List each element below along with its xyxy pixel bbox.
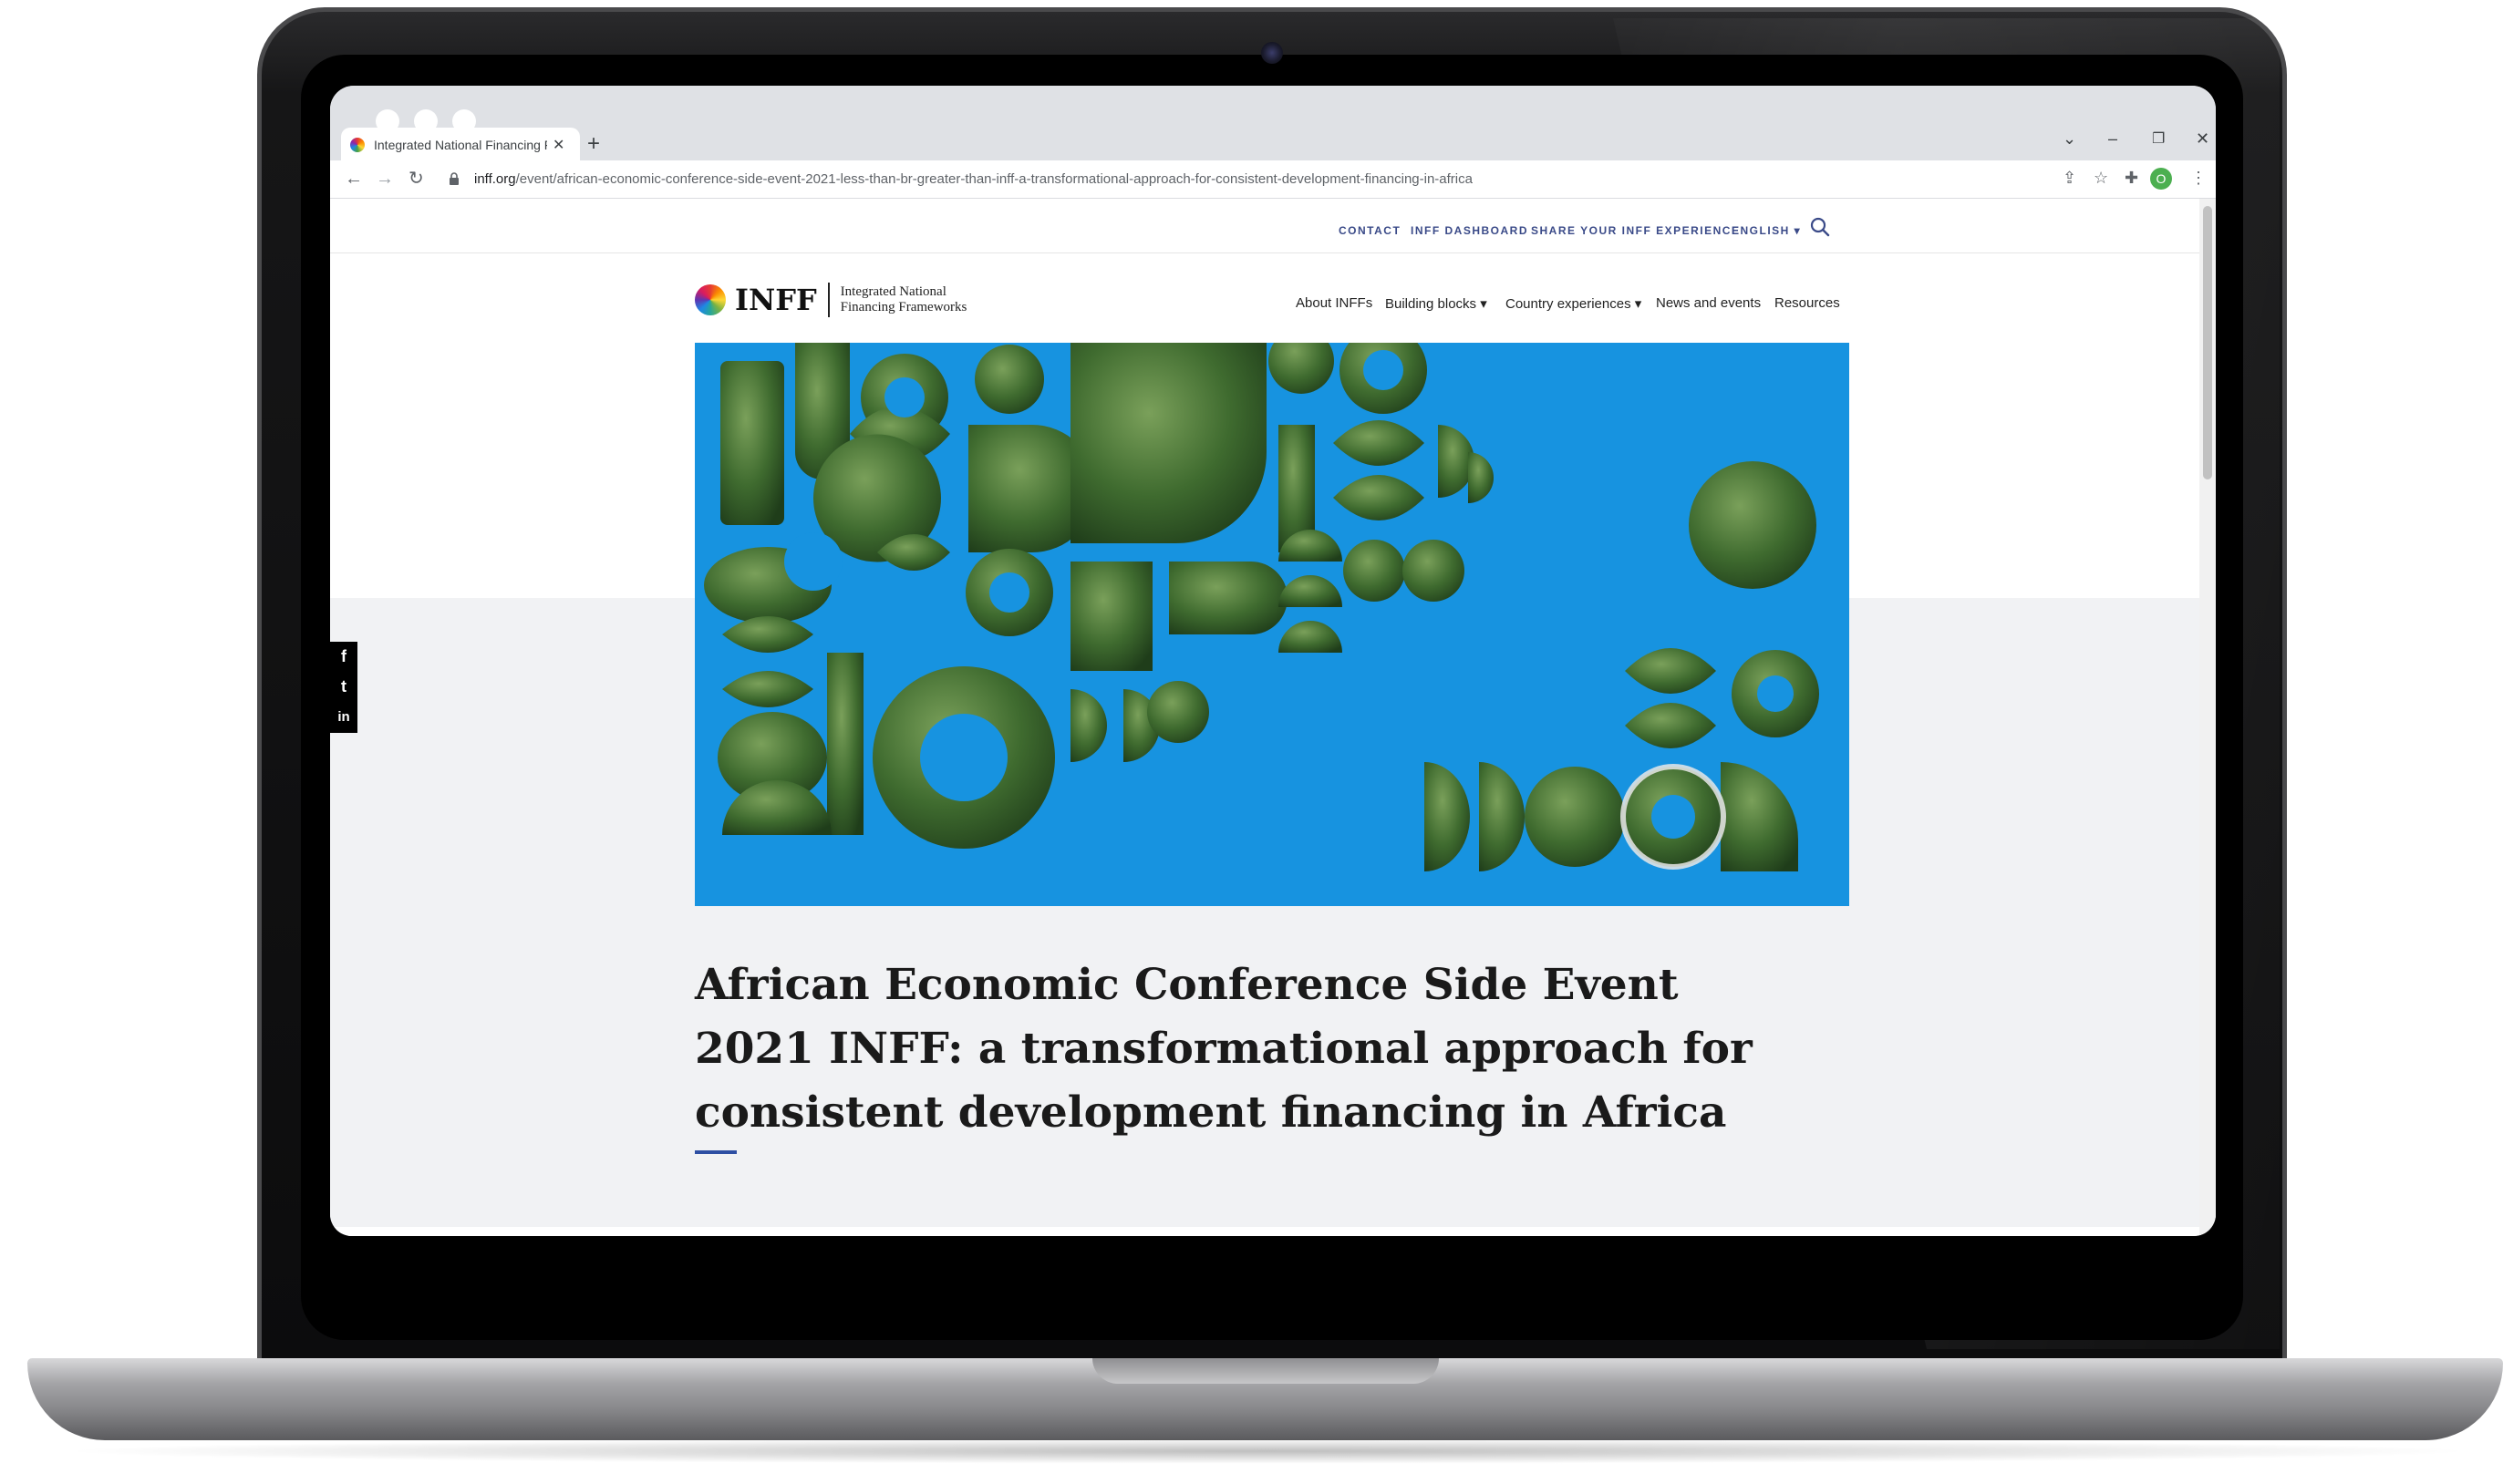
share-icon[interactable]: ⇪ [2063,169,2076,188]
minimize-icon[interactable]: – [2108,129,2117,149]
stage: Integrated National Financing Fr ✕ + ⌄ –… [0,0,2503,1484]
window-close-icon[interactable]: ✕ [2196,129,2209,149]
logo-subtitle: Integrated National Financing Frameworks [840,284,967,314]
lock-icon [450,172,459,185]
event-headline: African Economic Conference Side Event 2… [695,960,1753,1138]
browser-toolbar: ← → ↻ inff.org/event/african-economic-co… [330,160,2216,199]
address-bar[interactable]: inff.org/event/african-economic-conferen… [474,171,1473,187]
facebook-icon[interactable]: f [330,642,357,672]
webcam-icon [1261,42,1283,64]
back-icon[interactable]: ← [345,168,363,190]
scrollbar-thumb[interactable] [2203,206,2212,479]
linkedin-icon[interactable]: in [330,702,357,732]
social-share-bar: f t in [330,642,357,733]
nav-building-blocks[interactable]: Building blocks ▾ [1385,295,1487,312]
content-card-edge [330,1227,2216,1236]
new-tab-button[interactable]: + [587,133,600,155]
url-host: inff.org [474,171,516,187]
laptop-shadow [55,1438,2480,1464]
nav-resources[interactable]: Resources [1774,295,1840,311]
nav-country-experiences[interactable]: Country experiences ▾ [1505,295,1641,312]
browser-titlebar: Integrated National Financing Fr ✕ + ⌄ –… [330,86,2216,162]
contact-link[interactable]: CONTACT [1339,224,1401,237]
nav-about-infs[interactable]: About INFFs [1296,295,1372,311]
logo-wordmark: INFF [735,283,817,317]
language-selector[interactable]: ENGLISH ▾ [1732,224,1801,237]
hero-banner [695,343,1849,906]
laptop-base-notch [1092,1358,1439,1384]
browser-tab[interactable]: Integrated National Financing Fr ✕ [341,128,580,162]
restore-icon[interactable]: ❐ [2152,129,2165,148]
web-page: CONTACT INFF DASHBOARD SHARE YOUR INFF E… [330,199,2216,1236]
logo-divider [827,283,830,317]
headline-underline [695,1150,737,1154]
url-path: /event/african-economic-conference-side-… [515,171,1473,187]
page-scrollbar[interactable] [2199,199,2216,1236]
extensions-icon[interactable]: ✚ [2125,169,2138,188]
favicon-icon [350,138,365,152]
twitter-icon[interactable]: t [330,672,357,702]
reload-icon[interactable]: ↻ [409,168,424,190]
hero-pattern [704,343,1819,871]
tab-search-icon[interactable]: ⌄ [2063,129,2076,149]
search-icon[interactable] [1810,217,1830,237]
nav-news-events[interactable]: News and events [1656,295,1761,311]
bookmark-star-icon[interactable]: ☆ [2094,169,2108,188]
laptop-screen: Integrated National Financing Fr ✕ + ⌄ –… [330,86,2216,1236]
share-experience-link[interactable]: SHARE YOUR INFF EXPERIENCE [1531,224,1740,237]
profile-avatar[interactable]: O [2150,168,2172,190]
forward-icon[interactable]: → [376,168,394,190]
utility-nav: CONTACT INFF DASHBOARD SHARE YOUR INFF E… [330,199,2216,253]
tab-close-icon[interactable]: ✕ [553,136,564,154]
site-logo[interactable]: INFF Integrated National Financing Frame… [695,283,977,317]
tab-title: Integrated National Financing Fr [374,138,547,152]
logo-flower-icon [695,284,726,315]
browser-menu-icon[interactable]: ⋮ [2190,169,2207,188]
inff-dashboard-link[interactable]: INFF DASHBOARD [1411,224,1528,237]
